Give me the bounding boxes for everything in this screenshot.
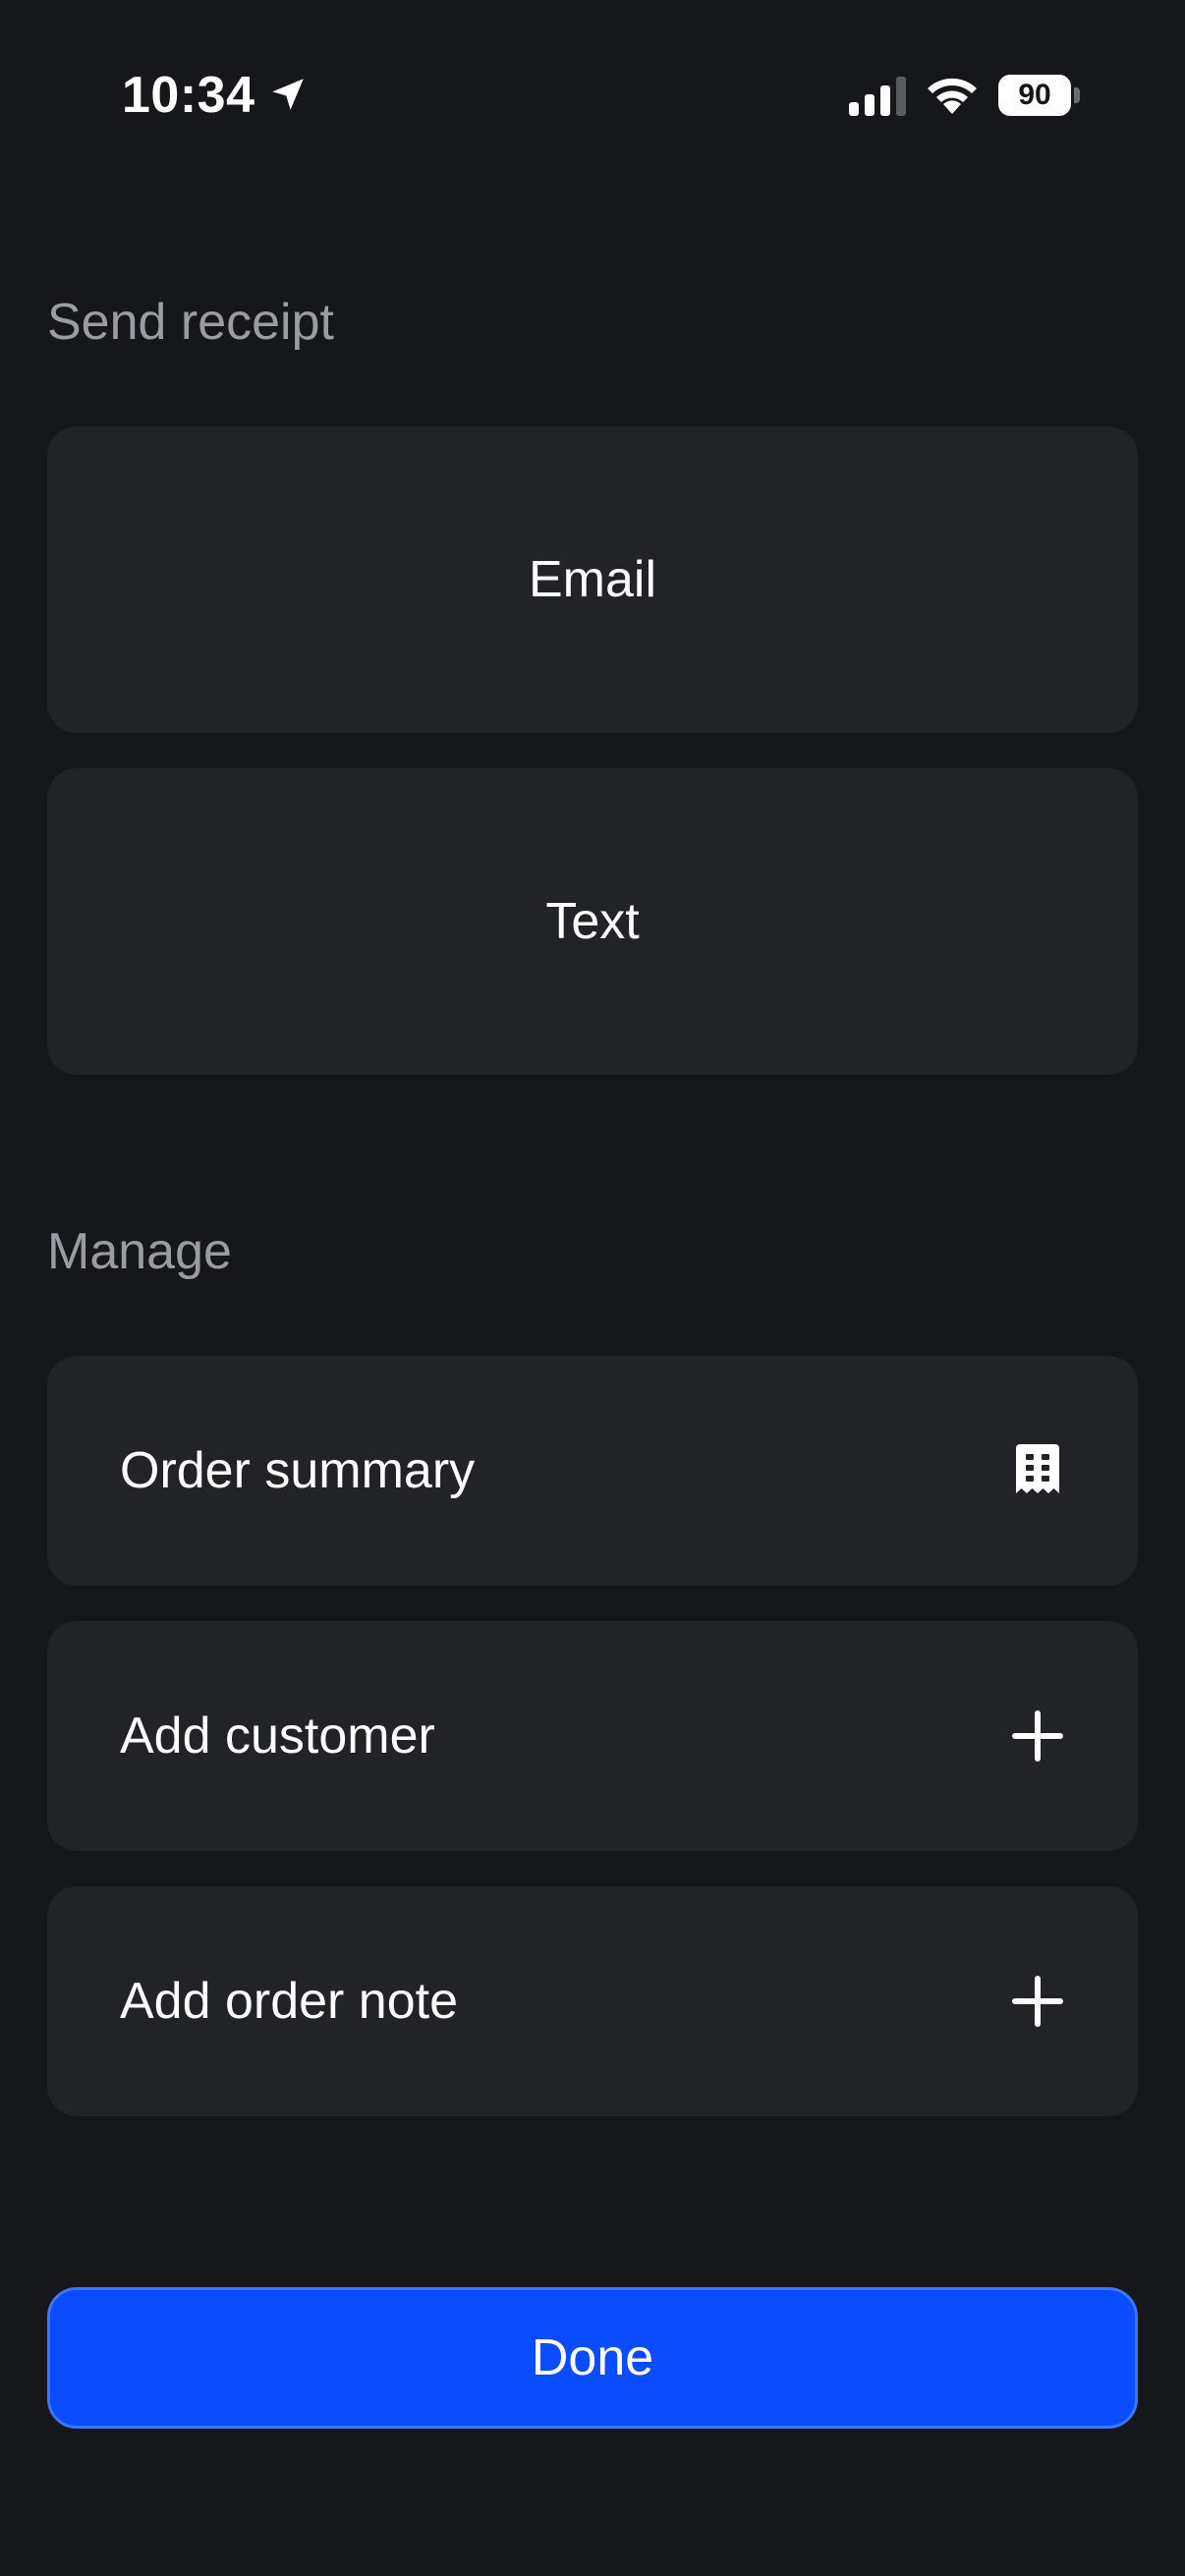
battery-cap [1074,87,1080,103]
send-receipt-header: Send receipt [47,294,334,351]
text-receipt-label: Text [545,893,640,950]
add-order-note-button[interactable]: Add order note [47,1886,1138,2116]
email-receipt-label: Email [528,551,657,608]
wifi-icon [928,78,977,114]
order-summary-button[interactable]: Order summary [47,1356,1138,1586]
order-summary-label: Order summary [120,1442,476,1499]
add-customer-label: Add customer [120,1708,435,1764]
done-button[interactable]: Done [47,2287,1138,2429]
done-label: Done [531,2329,654,2386]
location-arrow-icon [272,79,304,110]
add-customer-button[interactable]: Add customer [47,1621,1138,1851]
plus-icon [1010,1708,1065,1764]
email-receipt-button[interactable]: Email [47,426,1138,733]
battery-level: 90 [998,75,1071,116]
text-receipt-button[interactable]: Text [47,768,1138,1075]
manage-header: Manage [47,1223,232,1280]
plus-icon [1010,1974,1065,2029]
battery-icon: 90 [998,75,1080,116]
status-bar: 10:34 90 [0,0,1185,187]
add-order-note-label: Add order note [120,1973,459,2030]
cellular-signal-icon [849,77,906,116]
receipt-icon [1010,1443,1065,1498]
status-time: 10:34 [122,67,255,124]
